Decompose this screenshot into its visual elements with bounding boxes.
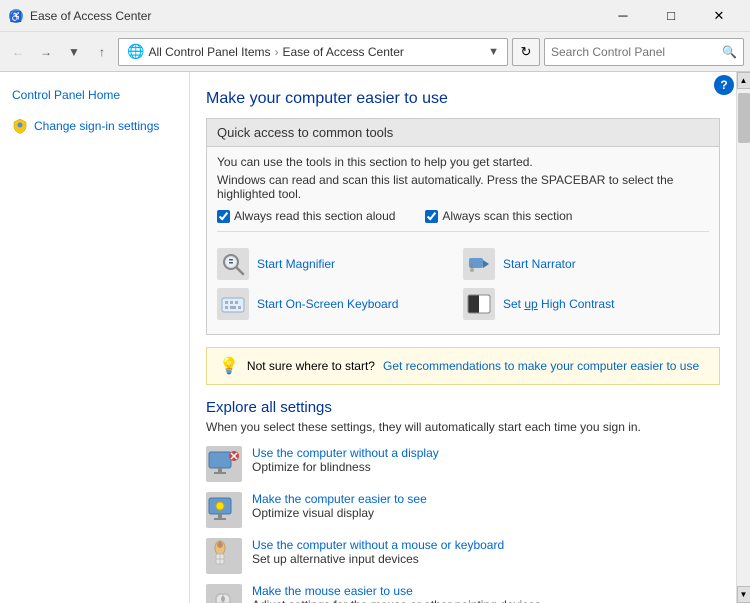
no-display-link[interactable]: Use the computer without a display — [252, 446, 439, 460]
tool-high-contrast[interactable]: Set up High Contrast — [463, 288, 709, 320]
page-title: Make your computer easier to use — [206, 90, 720, 108]
explore-desc: When you select these settings, they wil… — [206, 420, 720, 434]
narrator-link[interactable]: Start Narrator — [503, 257, 576, 271]
window-controls: ─ □ ✕ — [600, 0, 742, 32]
narrator-icon — [463, 248, 495, 280]
window-title: Ease of Access Center — [30, 9, 151, 23]
checkbox-scan-input[interactable] — [425, 210, 438, 223]
magnifier-icon — [217, 248, 249, 280]
search-input[interactable] — [551, 45, 718, 59]
scroll-up-button[interactable]: ▲ — [737, 72, 750, 89]
close-button[interactable]: ✕ — [696, 0, 742, 32]
settings-item-easier-see: Make the computer easier to see Optimize… — [206, 492, 720, 528]
no-display-sub: Optimize for blindness — [252, 460, 439, 474]
settings-list: Use the computer without a display Optim… — [206, 446, 720, 603]
address-bar: ← → ▼ ↑ 🌐 All Control Panel Items › Ease… — [0, 32, 750, 72]
app-icon: ♿ — [8, 8, 24, 24]
checkbox-read-aloud[interactable]: Always read this section aloud — [217, 209, 395, 223]
search-icon: 🔍 — [722, 45, 737, 59]
checkboxes-row: Always read this section aloud Always sc… — [217, 209, 709, 232]
tool-narrator[interactable]: Start Narrator — [463, 248, 709, 280]
breadcrumb-separator: › — [275, 45, 279, 59]
lightbulb-icon: 💡 — [219, 356, 239, 376]
no-display-icon — [206, 446, 242, 482]
svg-text:♿: ♿ — [10, 10, 22, 23]
refresh-button[interactable]: ↻ — [512, 38, 540, 66]
high-contrast-link[interactable]: Set up High Contrast — [503, 297, 614, 311]
checkbox-read-aloud-input[interactable] — [217, 210, 230, 223]
scroll-thumb[interactable] — [738, 93, 750, 143]
rec-text: Not sure where to start? — [247, 359, 375, 373]
no-mouse-sub: Set up alternative input devices — [252, 552, 504, 566]
no-mouse-link-text: Use the computer without a mouse or keyb… — [252, 538, 504, 552]
breadcrumb-part1: All Control Panel Items — [148, 45, 270, 59]
sidebar-item-home[interactable]: Control Panel Home — [0, 84, 189, 106]
sidebar-item-signin-label: Change sign-in settings — [34, 119, 159, 133]
settings-item-no-mouse: Use the computer without a mouse or keyb… — [206, 538, 720, 574]
easier-mouse-link[interactable]: Make the mouse easier to use — [252, 584, 541, 598]
scrollbar[interactable]: ▲ ▼ — [736, 72, 750, 603]
settings-item-no-display: Use the computer without a display Optim… — [206, 446, 720, 482]
keyboard-icon — [217, 288, 249, 320]
title-bar: ♿ Ease of Access Center ─ □ ✕ — [0, 0, 750, 32]
quick-access-header: Quick access to common tools — [207, 119, 719, 147]
tool-keyboard[interactable]: Start On-Screen Keyboard — [217, 288, 463, 320]
up-button[interactable]: ↑ — [90, 40, 114, 64]
minimize-button[interactable]: ─ — [600, 0, 646, 32]
address-dropdown-btn[interactable]: ▼ — [488, 46, 499, 58]
high-contrast-icon — [463, 288, 495, 320]
high-contrast-label-post: High Contrast — [538, 297, 615, 311]
search-box[interactable]: 🔍 — [544, 38, 744, 66]
address-field[interactable]: 🌐 All Control Panel Items › Ease of Acce… — [118, 38, 508, 66]
back-button[interactable]: ← — [6, 40, 30, 64]
scroll-track — [737, 89, 750, 586]
scroll-down-button[interactable]: ▼ — [737, 586, 750, 603]
quick-access-desc1: You can use the tools in this section to… — [217, 155, 709, 169]
explore-title: Explore all settings — [206, 399, 720, 416]
dropdown-button[interactable]: ▼ — [62, 40, 86, 64]
shield-icon — [12, 118, 28, 134]
breadcrumb-part2: Ease of Access Center — [283, 45, 404, 59]
checkbox-scan[interactable]: Always scan this section — [425, 209, 572, 223]
sidebar: Control Panel Home Change sign-in settin… — [0, 72, 190, 603]
help-button[interactable]: ? — [714, 75, 734, 95]
quick-access-box: Quick access to common tools You can use… — [206, 118, 720, 335]
tool-magnifier[interactable]: Start Magnifier — [217, 248, 463, 280]
sidebar-item-signin[interactable]: Change sign-in settings — [0, 114, 189, 138]
easier-mouse-sub: Adjust settings for the mouse or other p… — [252, 598, 541, 603]
maximize-button[interactable]: □ — [648, 0, 694, 32]
easier-see-icon — [206, 492, 242, 528]
checkbox-read-aloud-label: Always read this section aloud — [234, 209, 395, 223]
checkbox-scan-label: Always scan this section — [442, 209, 572, 223]
content-area: ? Make your computer easier to use Quick… — [190, 72, 736, 603]
globe-icon: 🌐 — [127, 43, 144, 60]
no-mouse-link[interactable]: Use the computer without a mouse or keyb… — [252, 538, 504, 552]
settings-item-easier-mouse: Make the mouse easier to use Adjust sett… — [206, 584, 720, 603]
high-contrast-label-pre: Set — [503, 297, 524, 311]
keyboard-link[interactable]: Start On-Screen Keyboard — [257, 297, 398, 311]
no-mouse-icon — [206, 538, 242, 574]
easier-see-sub: Optimize visual display — [252, 506, 427, 520]
recommendation-bar: 💡 Not sure where to start? Get recommend… — [206, 347, 720, 385]
magnifier-link[interactable]: Start Magnifier — [257, 257, 335, 271]
breadcrumb: All Control Panel Items › Ease of Access… — [148, 45, 403, 59]
rec-link[interactable]: Get recommendations to make your compute… — [383, 359, 699, 373]
forward-button[interactable]: → — [34, 40, 58, 64]
easier-mouse-icon — [206, 584, 242, 603]
easier-see-link[interactable]: Make the computer easier to see — [252, 492, 427, 506]
main-layout: Control Panel Home Change sign-in settin… — [0, 72, 750, 603]
quick-access-desc2: Windows can read and scan this list auto… — [217, 173, 709, 201]
tools-grid: Start Magnifier Start Narrator — [217, 242, 709, 326]
high-contrast-label-up: up — [524, 297, 537, 311]
